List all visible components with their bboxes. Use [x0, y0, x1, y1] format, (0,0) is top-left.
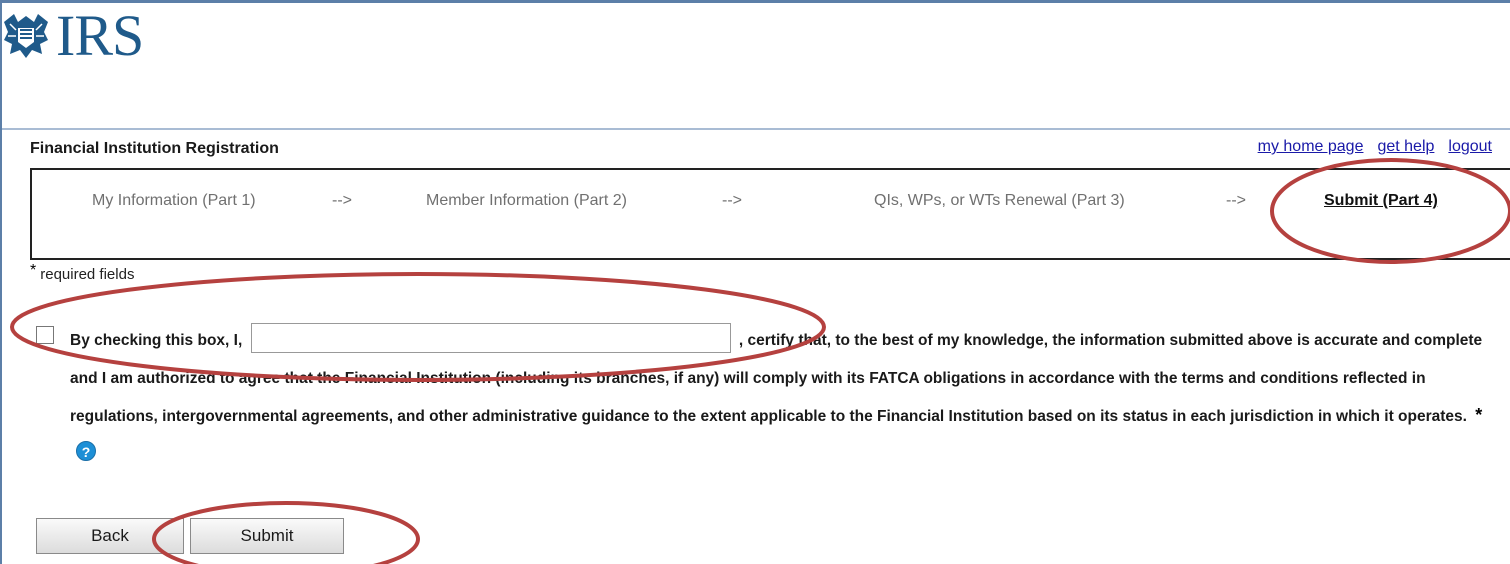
step-arrow: --> [1226, 192, 1246, 209]
page-title: Financial Institution Registration [30, 140, 279, 157]
progress-steps: My Information (Part 1) --> Member Infor… [30, 168, 1510, 260]
required-star: * [30, 262, 37, 279]
submit-button[interactable]: Submit [190, 518, 344, 554]
step-qis-renewal: QIs, WPs, or WTs Renewal (Part 3) [874, 192, 1125, 209]
header-divider [2, 128, 1510, 130]
irs-logo: IRS [0, 3, 144, 68]
required-fields-note: * required fields [30, 262, 135, 284]
back-button[interactable]: Back [36, 518, 184, 554]
step-arrow: --> [332, 192, 352, 209]
my-home-page-link[interactable]: my home page [1258, 138, 1364, 156]
cert-prefix: By checking this box, I, [70, 332, 243, 349]
irs-logo-text: IRS [56, 3, 144, 68]
annotation-overlay [10, 158, 1510, 564]
required-fields-text: required fields [40, 266, 135, 283]
signer-name-input[interactable] [250, 322, 731, 353]
top-links: my home page get help logout [1258, 138, 1492, 156]
step-submit-current: Submit (Part 4) [1324, 192, 1438, 209]
get-help-link[interactable]: get help [1377, 138, 1434, 156]
certify-checkbox[interactable] [36, 326, 54, 344]
step-arrow: --> [722, 192, 742, 209]
irs-eagle-icon [4, 14, 48, 58]
question-circle-icon[interactable]: ? [76, 441, 96, 462]
cert-required-star: * [1475, 405, 1483, 425]
window-left-border [0, 0, 2, 564]
step-member-information: Member Information (Part 2) [426, 192, 627, 209]
window-top-border [0, 0, 1510, 3]
step-my-information: My Information (Part 1) [92, 192, 256, 209]
certification-statement: By checking this box, I, , certify that,… [70, 322, 1490, 473]
logout-link[interactable]: logout [1448, 138, 1492, 156]
